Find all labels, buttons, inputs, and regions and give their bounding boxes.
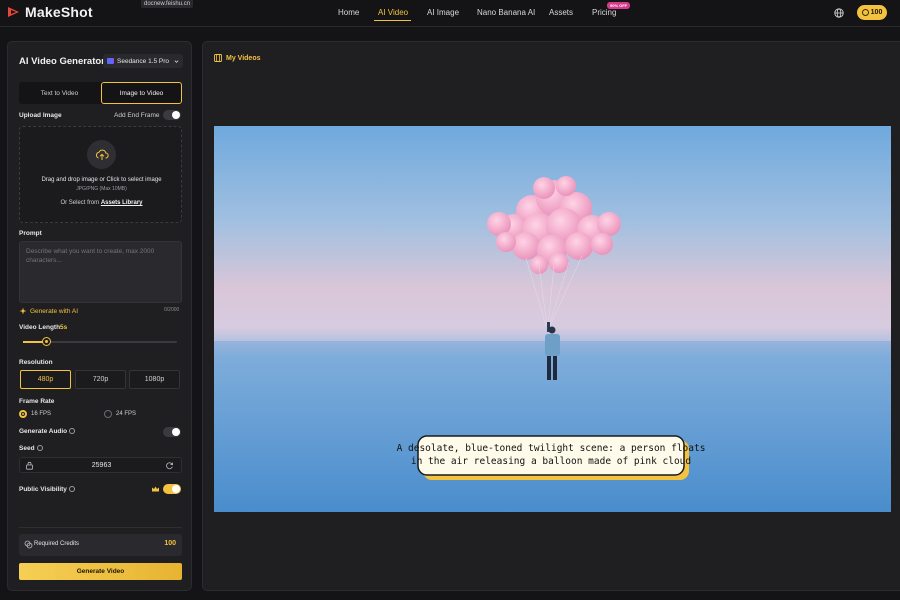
upload-instructions: Drag and drop image or Click to select i… bbox=[41, 177, 162, 183]
top-navigation-bar: MakeShot docnew.feishu.cn Home AI Video … bbox=[0, 0, 900, 27]
generate-video-button[interactable]: Generate Video bbox=[19, 563, 182, 580]
nav-nano-banana-ai[interactable]: Nano Banana AI bbox=[477, 8, 535, 17]
credits-value: 100 bbox=[870, 9, 883, 16]
nav-ai-image[interactable]: AI Image bbox=[427, 8, 459, 17]
assets-library-row: Or Select from Assets Library bbox=[20, 200, 183, 206]
model-name: Seedance 1.5 Pro bbox=[117, 57, 170, 65]
credits-balance[interactable]: 100 bbox=[857, 5, 887, 20]
coins-icon bbox=[24, 540, 33, 549]
refresh-icon[interactable] bbox=[165, 461, 174, 470]
my-videos-header[interactable]: My Videos bbox=[214, 54, 261, 62]
sparkle-icon bbox=[19, 307, 27, 315]
active-nav-underline bbox=[374, 20, 411, 21]
assets-library-link[interactable]: Assets Library bbox=[101, 200, 143, 206]
video-length-value: 5s bbox=[60, 324, 68, 331]
public-visibility-row: Public Visibility bbox=[19, 486, 75, 493]
public-visibility-label: Public Visibility bbox=[19, 486, 67, 493]
seed-value: 25963 bbox=[91, 462, 112, 469]
seed-label: Seed bbox=[19, 445, 35, 452]
toggle-knob bbox=[172, 485, 180, 493]
mode-tabs: Text to Video Image to Video bbox=[19, 82, 182, 104]
required-credits-label: Required Credits bbox=[34, 541, 80, 547]
tab-text-to-video[interactable]: Text to Video bbox=[19, 82, 100, 104]
seed-row: Seed bbox=[19, 445, 43, 452]
generate-with-ai-label: Generate with AI bbox=[30, 307, 79, 315]
generate-audio-toggle[interactable] bbox=[163, 427, 181, 437]
tab-image-to-video[interactable]: Image to Video bbox=[101, 82, 182, 104]
prompt-label: Prompt bbox=[19, 230, 42, 237]
prompt-input[interactable] bbox=[19, 241, 182, 303]
generate-audio-row: Generate Audio bbox=[19, 428, 76, 435]
chevron-down-icon bbox=[174, 59, 179, 63]
crown-icon bbox=[152, 486, 159, 492]
pricing-discount-badge: 90% OFF bbox=[607, 2, 631, 9]
generator-panel: AI Video Generator Seedance 1.5 Pro Text… bbox=[7, 41, 192, 591]
film-icon bbox=[214, 54, 222, 62]
video-length-label: Video Length bbox=[19, 324, 61, 331]
nav-ai-video[interactable]: AI Video bbox=[378, 8, 408, 17]
upload-or-text: Or Select from bbox=[60, 200, 100, 206]
nav-home[interactable]: Home bbox=[338, 8, 359, 17]
nav-assets[interactable]: Assets bbox=[549, 8, 573, 17]
resolution-480p[interactable]: 480p bbox=[20, 370, 71, 389]
radio-16-fps[interactable] bbox=[19, 410, 27, 418]
toggle-knob bbox=[172, 428, 180, 436]
prompt-char-counter: 0/2000 bbox=[164, 307, 180, 313]
coin-icon bbox=[861, 9, 869, 16]
radio-24-fps[interactable] bbox=[104, 410, 112, 418]
toggle-knob bbox=[172, 111, 180, 119]
main-nav: Home AI Video AI Image Nano Banana AI As… bbox=[0, 0, 900, 27]
radio-16-fps-label: 16 FPS bbox=[31, 411, 52, 417]
frame-rate-label: Frame Rate bbox=[19, 398, 55, 405]
upload-file-limits: JPG/PNG (Max 10MB) bbox=[76, 186, 127, 192]
resolution-720p[interactable]: 720p bbox=[75, 370, 126, 389]
my-videos-title: My Videos bbox=[226, 54, 261, 62]
panel-title: AI Video Generator bbox=[19, 56, 105, 67]
upload-icon bbox=[87, 140, 116, 169]
divider bbox=[19, 527, 182, 528]
seed-field[interactable]: 25963 bbox=[19, 457, 182, 473]
end-frame-toggle[interactable] bbox=[163, 110, 181, 120]
image-upload-dropzone[interactable]: Drag and drop image or Click to select i… bbox=[19, 126, 182, 223]
caption-bubble: A desolate, blue-toned twilight scene: a… bbox=[397, 435, 706, 480]
videos-panel: My Videos A desolate, blue-toned twiligh… bbox=[202, 41, 900, 591]
nav-pricing[interactable]: Pricing bbox=[592, 8, 616, 17]
model-icon bbox=[107, 58, 114, 64]
resolution-1080p[interactable]: 1080p bbox=[129, 370, 180, 389]
radio-24-fps-label: 24 FPS bbox=[116, 411, 137, 417]
generate-audio-label: Generate Audio bbox=[19, 428, 68, 435]
svg-text:A desolate, blue-toned twiligh: A desolate, blue-toned twilight scene: a… bbox=[397, 443, 706, 454]
info-icon[interactable] bbox=[69, 428, 76, 434]
model-select[interactable]: Seedance 1.5 Pro bbox=[103, 54, 183, 68]
resolution-label: Resolution bbox=[19, 359, 53, 366]
globe-icon[interactable] bbox=[834, 8, 844, 18]
public-visibility-toggle[interactable] bbox=[163, 484, 181, 494]
slider-thumb[interactable] bbox=[43, 338, 51, 345]
required-credits-box: Required Credits 100 bbox=[19, 534, 182, 556]
required-credits-value: 100 bbox=[164, 540, 176, 547]
video-preview-image[interactable]: A desolate, blue-toned twilight scene: a… bbox=[214, 126, 891, 512]
info-icon[interactable] bbox=[36, 445, 43, 451]
generate-with-ai-button[interactable]: Generate with AI bbox=[19, 307, 78, 315]
info-icon[interactable] bbox=[68, 486, 75, 492]
svg-text:in the air releasing a balloon: in the air releasing a balloon made of p… bbox=[411, 456, 691, 467]
video-length-slider[interactable] bbox=[23, 338, 177, 345]
add-end-frame-label: Add End Frame bbox=[114, 112, 160, 119]
upload-image-label: Upload Image bbox=[19, 112, 62, 119]
